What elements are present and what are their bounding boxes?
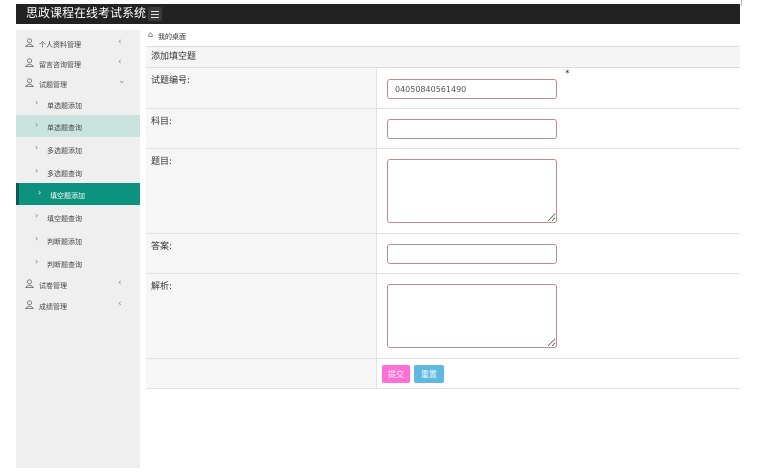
sidebar-item-fill-query[interactable]: › 填空题查询 <box>16 206 140 228</box>
sidebar-item-label: 成绩管理 <box>39 303 67 311</box>
question-id-input[interactable] <box>387 79 557 99</box>
sidebar-item-label: 个人资料管理 <box>39 41 81 49</box>
sidebar-item-single-add[interactable]: › 单选题添加 <box>16 93 140 115</box>
label-cell: 科目: <box>146 109 377 148</box>
form-row-question-id: 试题编号: * <box>146 68 740 109</box>
answer-input[interactable] <box>387 244 557 264</box>
sidebar-item-multi-add[interactable]: › 多选题添加 <box>16 138 140 160</box>
form-title: 添加填空题 <box>146 46 740 68</box>
chevron-right-icon: › <box>35 211 39 220</box>
label-cell: 试题编号: <box>146 68 377 108</box>
chevron-right-icon: › <box>35 257 39 266</box>
sidebar-item-label: 判断题查询 <box>47 261 82 269</box>
label-cell: 解析: <box>146 274 377 358</box>
chevron-left-icon: ‹ <box>118 299 122 309</box>
sidebar-item-papers[interactable]: 试卷管理 ‹ <box>16 273 140 295</box>
home-icon[interactable]: ⌂ <box>148 30 153 39</box>
label-cell <box>146 359 377 388</box>
sidebar-item-label: 填空题查询 <box>47 215 82 223</box>
chevron-right-icon: › <box>35 120 39 129</box>
sidebar-item-label: 多选题添加 <box>47 147 82 155</box>
reset-button[interactable]: 重置 <box>414 365 444 383</box>
subject-input[interactable] <box>387 119 557 139</box>
chevron-right-icon: › <box>35 143 39 152</box>
label-cell: 答案: <box>146 234 377 273</box>
sidebar-item-label: 单选题查询 <box>47 124 82 132</box>
chevron-right-icon: › <box>35 98 39 107</box>
sidebar-item-judge-add[interactable]: › 判断题添加 <box>16 229 140 251</box>
user-icon <box>25 279 34 288</box>
subject-label: 科目: <box>151 117 173 127</box>
chevron-left-icon: ‹ <box>118 37 122 47</box>
sidebar-item-label: 填空题添加 <box>50 192 85 200</box>
breadcrumb-link[interactable]: 我的桌面 <box>158 32 186 42</box>
sidebar-item-profile[interactable]: 个人资料管理 ‹ <box>16 32 140 54</box>
form-row-question: 题目: <box>146 149 740 234</box>
sidebar-item-label: 试卷管理 <box>39 282 67 290</box>
top-navbar: 思政课程在线考试系统 <box>16 4 740 24</box>
answer-label: 答案: <box>151 242 173 252</box>
chevron-down-icon: ⌄ <box>118 76 126 86</box>
sidebar-item-fill-add[interactable]: › 填空题添加 <box>16 183 140 205</box>
user-icon <box>25 58 34 67</box>
form-row-answer: 答案: <box>146 234 740 274</box>
chevron-left-icon: ‹ <box>118 278 122 288</box>
sidebar-item-label: 单选题添加 <box>47 102 82 110</box>
label-cell: 题目: <box>146 149 377 233</box>
question-label: 题目: <box>151 157 173 167</box>
hamburger-icon[interactable] <box>148 7 162 21</box>
submit-button[interactable]: 提交 <box>382 365 410 383</box>
sidebar-item-scores[interactable]: 成绩管理 ‹ <box>16 294 140 316</box>
sidebar-item-label: 试题管理 <box>39 81 67 89</box>
analysis-label: 解析: <box>151 282 173 292</box>
sidebar-item-judge-query[interactable]: › 判断题查询 <box>16 252 140 274</box>
user-icon <box>25 38 34 47</box>
chevron-right-icon: › <box>35 166 39 175</box>
app-title: 思政课程在线考试系统 <box>26 6 147 20</box>
sidebar-item-label: 判断题添加 <box>47 238 82 246</box>
user-icon <box>25 78 34 87</box>
chevron-left-icon: ‹ <box>118 57 122 67</box>
sidebar-item-label: 留言咨询管理 <box>39 61 81 69</box>
breadcrumb: ⌂ 我的桌面 <box>146 30 740 42</box>
window-edge <box>741 0 742 6</box>
form-row-analysis: 解析: <box>146 274 740 359</box>
sidebar: 个人资料管理 ‹ 留言咨询管理 ‹ 试题管理 ⌄ › 单选题添加 › 单选题查询… <box>16 30 140 468</box>
user-icon <box>25 300 34 309</box>
question-textarea[interactable] <box>387 159 557 223</box>
chevron-right-icon: › <box>35 234 39 243</box>
question-id-label: 试题编号: <box>151 76 191 86</box>
analysis-textarea[interactable] <box>387 284 557 348</box>
sidebar-item-multi-query[interactable]: › 多选题查询 <box>16 161 140 183</box>
sidebar-item-questions[interactable]: 试题管理 ⌄ <box>16 72 140 94</box>
required-mark: * <box>565 69 570 79</box>
chevron-right-icon: › <box>38 188 42 197</box>
sidebar-item-messages[interactable]: 留言咨询管理 ‹ <box>16 52 140 74</box>
sidebar-item-single-query[interactable]: › 单选题查询 <box>16 115 140 137</box>
form-row-subject: 科目: <box>146 109 740 149</box>
sidebar-item-label: 多选题查询 <box>47 170 82 178</box>
